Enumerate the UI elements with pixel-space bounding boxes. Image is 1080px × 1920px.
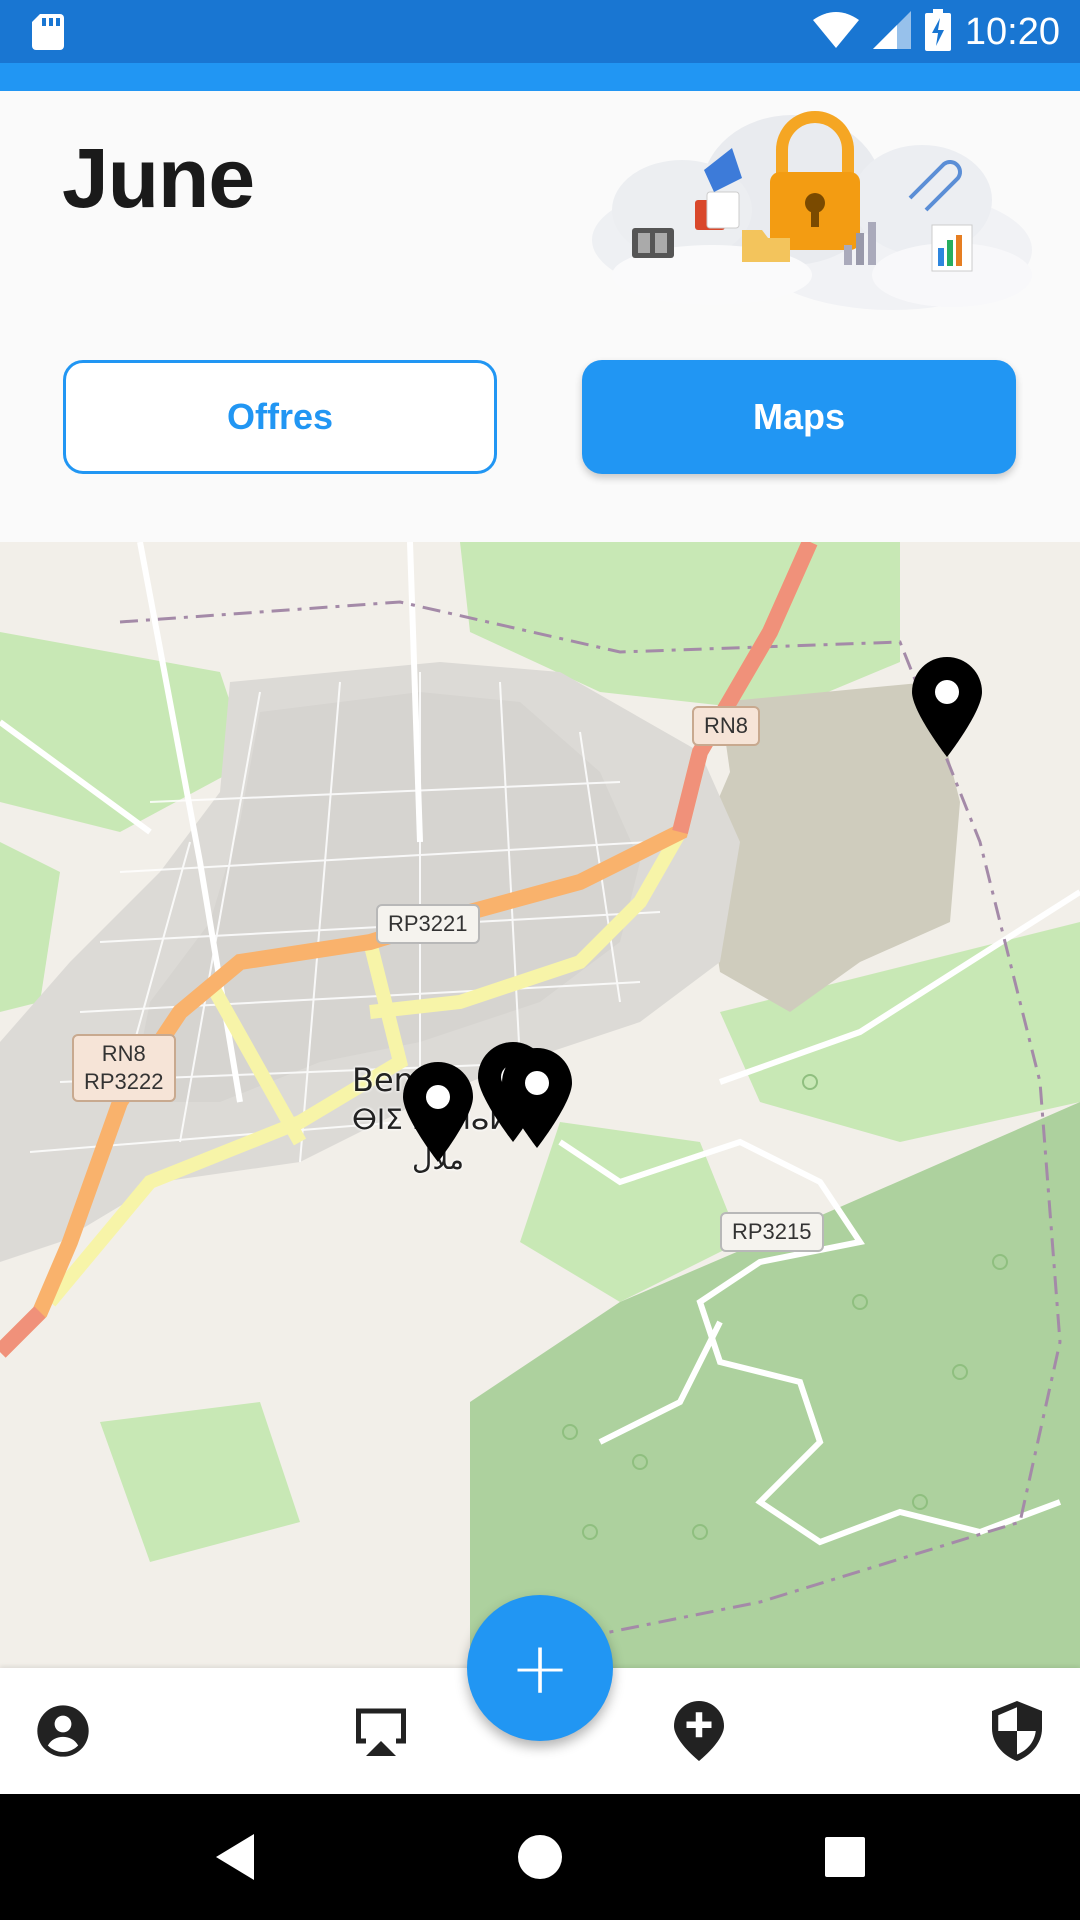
home-icon[interactable]	[510, 1827, 570, 1887]
wifi-icon	[812, 11, 859, 53]
sd-card-icon	[32, 14, 64, 55]
system-navigation-bar	[0, 1794, 1080, 1920]
add-location-icon[interactable]	[666, 1698, 732, 1764]
page-title: June	[62, 131, 255, 225]
road-label-rn8-top: RN8	[692, 706, 761, 746]
road-label-rp3221: RP3221	[376, 904, 480, 944]
battery-charging-icon	[924, 8, 951, 56]
add-fab-button[interactable]: +	[467, 1595, 613, 1741]
map-marker[interactable]	[403, 1062, 473, 1162]
road-label-rp3215: RP3215	[720, 1212, 824, 1252]
back-icon[interactable]	[205, 1827, 265, 1887]
road-label-rn8-rp3222: RN8 RP3222	[72, 1034, 176, 1102]
signal-icon	[872, 10, 911, 54]
map-marker[interactable]	[502, 1048, 572, 1148]
map-marker[interactable]	[912, 657, 982, 757]
road-label-rn8: RN8	[101, 1041, 146, 1066]
account-circle-icon[interactable]	[30, 1698, 96, 1764]
status-icons: 10:20	[812, 8, 1060, 56]
app-screen: 10:20 June Offres Maps RN8 RP3221 RN8 RP…	[0, 0, 1080, 1920]
maps-button[interactable]: Maps	[582, 360, 1016, 474]
app-bar-strip	[0, 63, 1080, 91]
status-time: 10:20	[964, 10, 1060, 53]
road-label-rp3222-text: RP3222	[84, 1069, 164, 1094]
airplay-icon[interactable]	[348, 1698, 414, 1764]
security-shield-icon[interactable]	[984, 1698, 1050, 1764]
offres-button[interactable]: Offres	[63, 360, 497, 474]
map-view[interactable]: RN8 RP3221 RN8 RP3222 RP3215 Ben ⴱⵏⵉ ⵎⵍⵍ…	[0, 542, 1080, 1668]
recents-icon[interactable]	[815, 1827, 875, 1887]
status-bar: 10:20	[0, 0, 1080, 63]
cloud-storage-illustration	[592, 100, 1032, 310]
plus-icon: +	[509, 1626, 571, 1710]
